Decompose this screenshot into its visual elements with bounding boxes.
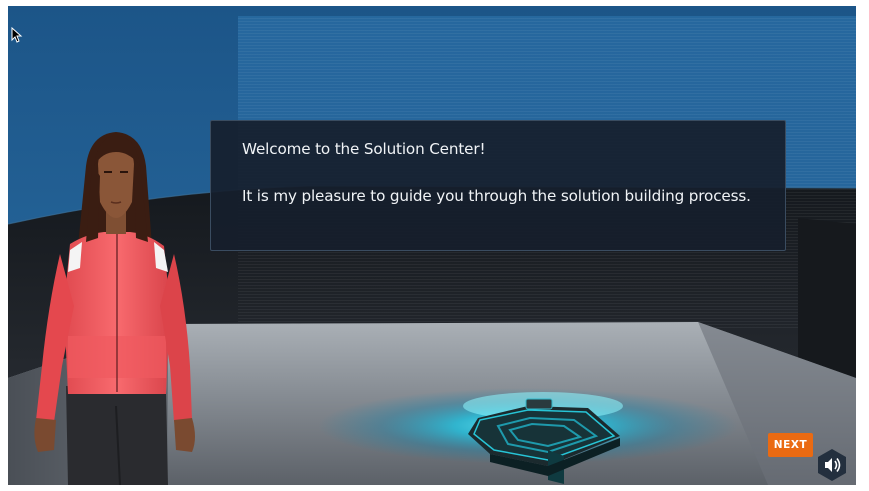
screen-frame: Welcome to the Solution Center! It is my…	[0, 0, 869, 491]
game-viewport[interactable]: Welcome to the Solution Center! It is my…	[8, 6, 856, 485]
guide-dialog-box: Welcome to the Solution Center! It is my…	[210, 120, 786, 251]
mouse-pointer-icon	[11, 27, 23, 43]
dialog-guide-text: It is my pleasure to guide you through t…	[242, 187, 751, 205]
next-button[interactable]: NEXT	[768, 433, 813, 457]
dialog-welcome-text: Welcome to the Solution Center!	[242, 140, 486, 158]
speaker-volume-icon[interactable]	[816, 448, 848, 482]
